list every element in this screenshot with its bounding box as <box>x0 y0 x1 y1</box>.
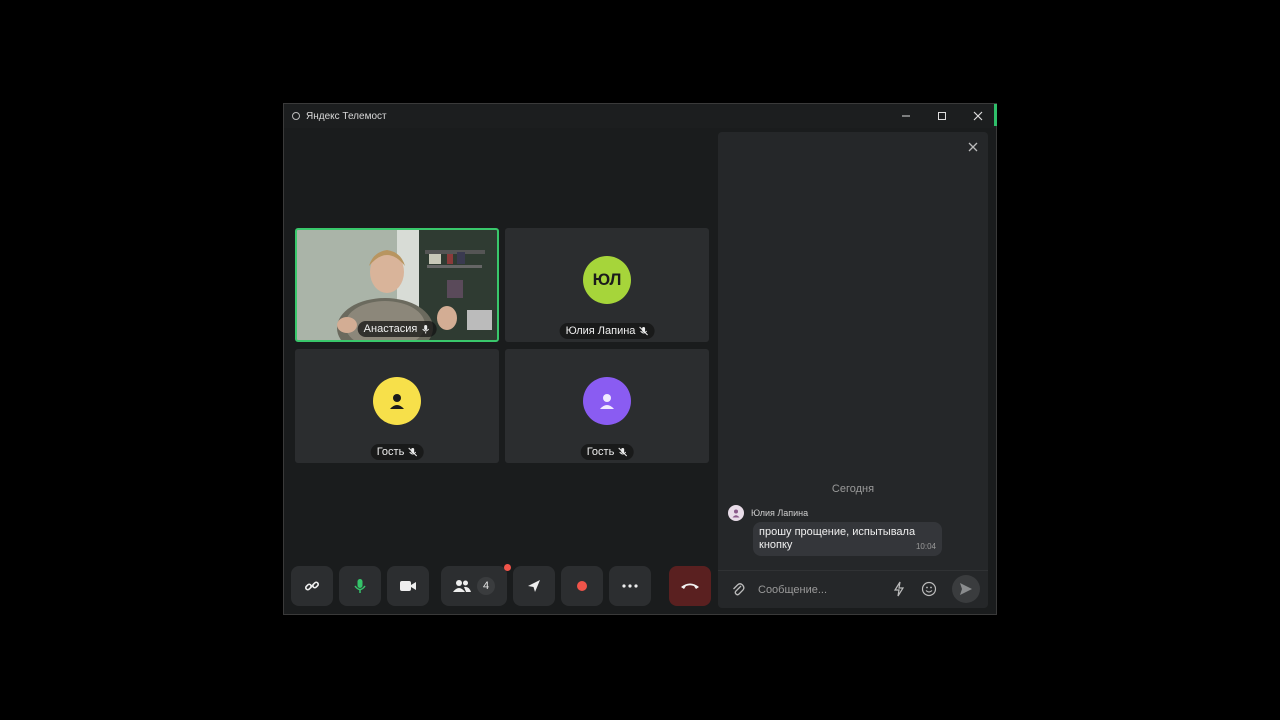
app-title: Яндекс Телемост <box>306 110 387 122</box>
link-icon <box>304 581 320 591</box>
participant-name-tag: Гость <box>580 444 634 460</box>
participants-count: 4 <box>477 577 495 595</box>
participant-name: Гость <box>376 446 405 458</box>
participant-name: Анастасия <box>363 323 418 335</box>
more-dots-icon <box>622 584 638 588</box>
avatar-initials: ЮЛ <box>592 270 622 289</box>
emoji-icon <box>921 581 937 597</box>
camera-icon <box>400 581 416 591</box>
user-icon <box>732 509 740 518</box>
microphone-muted-icon <box>639 326 648 336</box>
paperclip-icon <box>733 583 745 596</box>
notification-dot <box>504 564 511 571</box>
message-time: 10:04 <box>915 542 936 551</box>
user-icon <box>390 394 404 409</box>
avatar <box>373 377 421 425</box>
participants-button[interactable]: 4 <box>441 564 511 606</box>
close-icon <box>968 142 978 152</box>
maximize-icon <box>938 112 946 120</box>
more-button[interactable] <box>609 566 651 606</box>
minimize-icon <box>902 115 910 117</box>
microphone-muted-icon <box>407 447 417 457</box>
microphone-muted-icon <box>617 447 627 457</box>
close-window-button[interactable] <box>960 104 996 128</box>
record-button[interactable] <box>561 566 603 606</box>
participant-name-tag: Анастасия <box>357 321 437 337</box>
app-logo-icon <box>292 112 300 120</box>
chat-panel: Сегодня Юлия Лапина прошу прощение, испы… <box>718 132 988 608</box>
message-author: Юлия Лапина <box>751 508 809 518</box>
microphone-button[interactable] <box>339 566 381 606</box>
avatar: ЮЛ <box>583 256 631 304</box>
participant-tile-yulia[interactable]: ЮЛ Юлия Лапина <box>505 228 709 342</box>
message-input[interactable] <box>758 581 878 599</box>
user-icon <box>600 394 614 409</box>
avatar <box>583 377 631 425</box>
share-screen-button[interactable] <box>513 566 555 606</box>
title-bar: Яндекс Телемост <box>284 104 996 128</box>
quick-reply-button[interactable] <box>891 581 907 597</box>
microphone-icon <box>354 579 366 593</box>
copy-link-button[interactable] <box>291 566 333 606</box>
participant-name: Юлия Лапина <box>565 325 636 337</box>
maximize-button[interactable] <box>924 104 960 128</box>
chat-date-separator: Сегодня <box>831 483 875 495</box>
hang-up-icon <box>681 583 699 589</box>
microphone-icon <box>421 325 429 334</box>
message-bubble: прошу прощение, испытывала кнопку 10:04 <box>753 522 942 556</box>
camera-button[interactable] <box>387 566 429 606</box>
close-icon <box>973 111 983 121</box>
participant-tile-guest-1[interactable]: Гость <box>295 349 499 463</box>
attach-button[interactable] <box>730 581 746 597</box>
participant-name: Гость <box>586 446 615 458</box>
participant-name-tag: Юлия Лапина <box>559 323 655 339</box>
avatar <box>728 505 744 521</box>
participant-name-tag: Гость <box>370 444 424 460</box>
send-button[interactable] <box>952 575 980 603</box>
record-icon <box>577 581 587 591</box>
minimize-button[interactable] <box>888 104 924 128</box>
lightning-icon <box>893 581 905 597</box>
end-call-button[interactable] <box>669 566 711 606</box>
emoji-button[interactable] <box>921 581 937 597</box>
participant-tile-guest-2[interactable]: Гость <box>505 349 709 463</box>
send-arrow-icon <box>528 580 540 592</box>
send-icon <box>960 583 972 595</box>
message-text: прошу прощение, испытывала кнопку <box>759 526 916 551</box>
chat-input-row <box>718 571 988 608</box>
participant-tile-anastasia[interactable]: Анастасия <box>295 228 499 342</box>
chat-close-button[interactable] <box>966 140 980 154</box>
participants-icon <box>453 580 471 592</box>
